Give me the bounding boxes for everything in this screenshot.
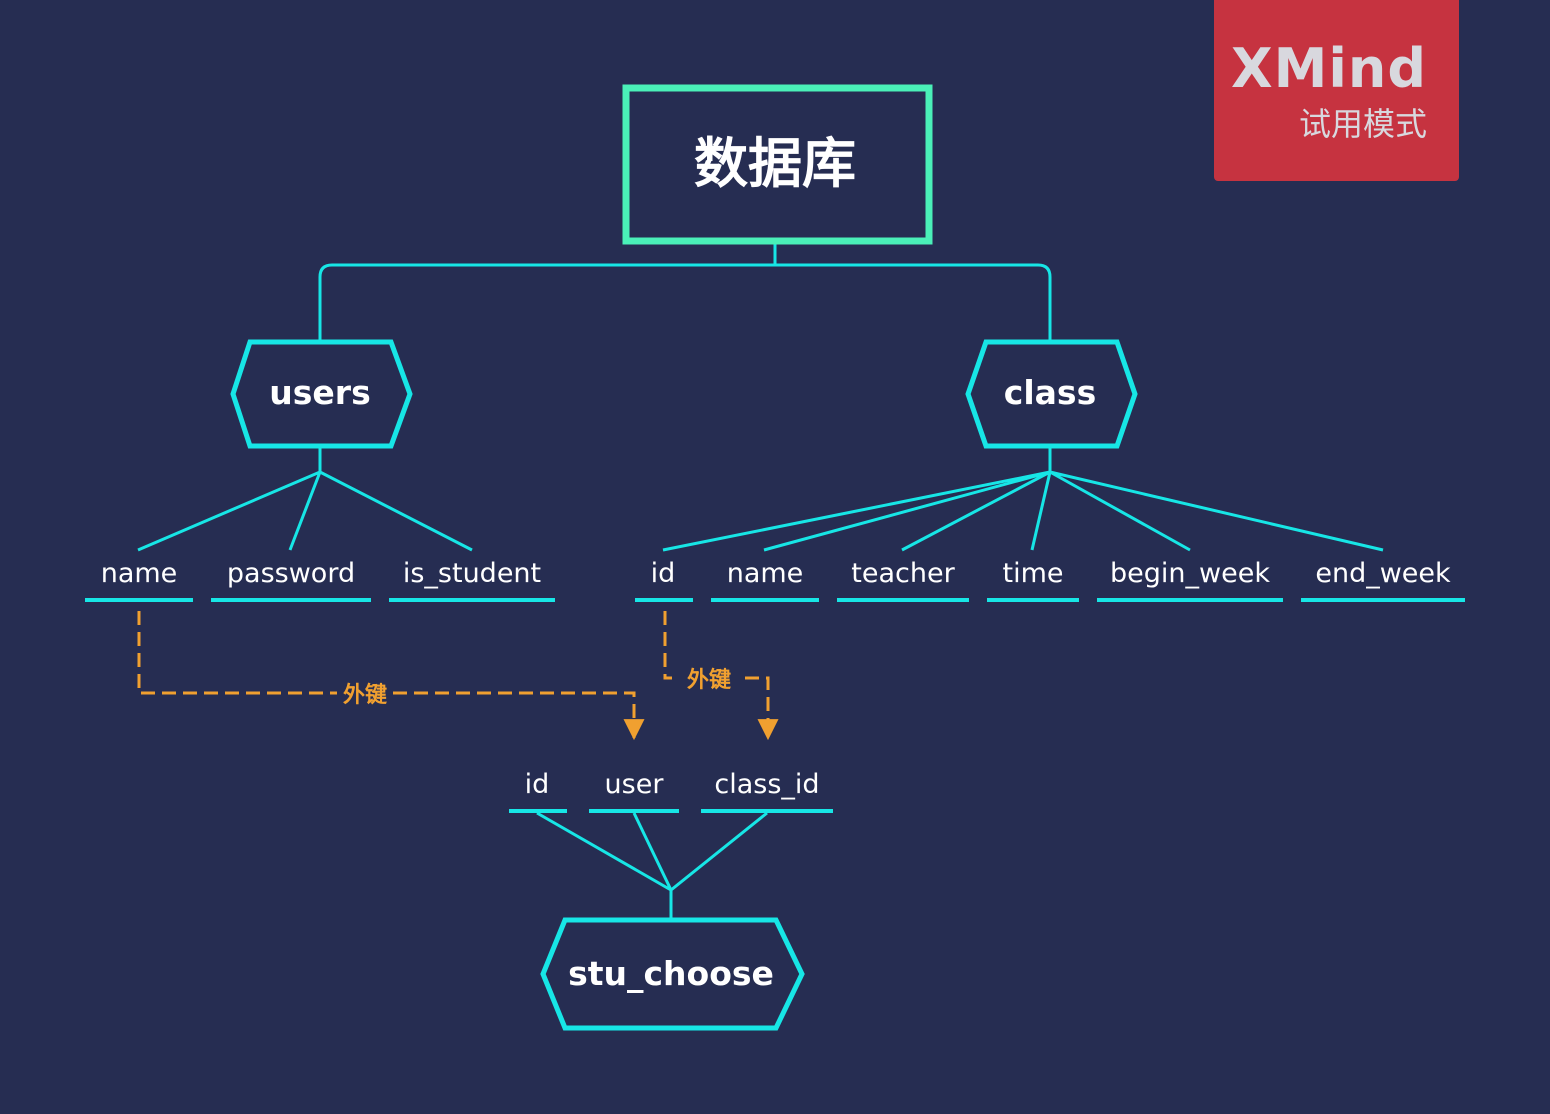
field-class-name[interactable]: name [711,558,819,602]
field-users-name[interactable]: name [85,558,193,602]
svg-text:class_id: class_id [714,769,819,800]
svg-text:id: id [525,769,550,800]
svg-text:teacher: teacher [851,558,955,589]
field-class-end-week[interactable]: end_week [1301,558,1465,602]
field-stu-choose-id[interactable]: id [509,769,567,813]
field-class-teacher[interactable]: teacher [837,558,969,602]
table-class-label: class [1004,373,1096,412]
stu-choose-connectors [536,811,768,919]
field-stu-choose-user[interactable]: user [589,769,679,813]
fk-users-name-line [137,611,634,738]
table-class[interactable]: class [965,339,1138,449]
field-class-id[interactable]: id [635,558,693,602]
xmind-trial-watermark: XMind 试用模式 [1214,0,1459,181]
table-users-label: users [269,373,370,412]
class-connectors [662,447,1384,552]
svg-text:name: name [727,558,804,589]
watermark-mode: 试用模式 [1298,105,1427,143]
table-users[interactable]: users [230,339,413,449]
svg-text:time: time [1002,558,1063,589]
root-connector [318,242,1052,342]
root-label: 数据库 [694,132,856,195]
svg-text:password: password [227,558,355,589]
table-stu-choose-label: stu_choose [568,954,774,993]
fk-label-users: 外键 [343,682,387,708]
svg-text:is_student: is_student [403,558,541,589]
field-class-time[interactable]: time [987,558,1079,602]
svg-text:name: name [101,558,178,589]
svg-text:end_week: end_week [1315,558,1451,589]
root-node[interactable]: 数据库 [622,84,933,245]
svg-text:begin_week: begin_week [1110,558,1270,589]
fk-label-class: 外键 [687,667,731,693]
watermark-brand: XMind [1231,37,1427,100]
field-users-is-student[interactable]: is_student [389,558,555,602]
field-stu-choose-class-id[interactable]: class_id [701,769,833,813]
svg-text:id: id [651,558,676,589]
field-users-password[interactable]: password [211,558,371,602]
field-class-begin-week[interactable]: begin_week [1097,558,1283,602]
users-connectors [137,447,473,552]
svg-text:user: user [605,769,665,800]
table-stu-choose[interactable]: stu_choose [540,917,805,1031]
